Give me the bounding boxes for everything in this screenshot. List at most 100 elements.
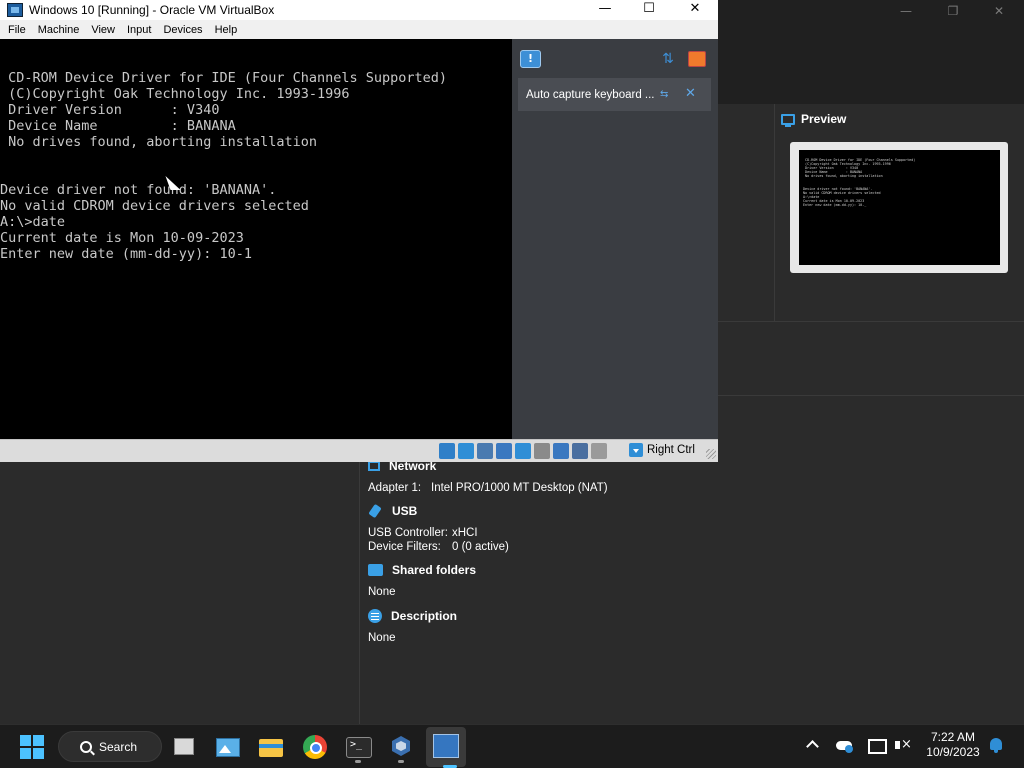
usb-section: USB USB Controller: xHCI Device Filters: 0… bbox=[368, 502, 509, 554]
usb-controller-row: USB Controller: xHCI bbox=[368, 526, 509, 540]
manager-titlebar: — ❐ ✕ bbox=[718, 0, 1024, 22]
manager-maximize-button[interactable]: ❐ bbox=[933, 1, 973, 21]
usb-controller-key: USB Controller: bbox=[368, 527, 448, 539]
menu-view[interactable]: View bbox=[86, 24, 120, 36]
description-value: None bbox=[368, 632, 396, 644]
network-icon[interactable] bbox=[496, 443, 512, 459]
description-title: Description bbox=[391, 609, 458, 623]
notification-center-icon[interactable]: ! bbox=[520, 50, 541, 68]
vm-minimize-button[interactable]: — bbox=[582, 0, 628, 20]
vm-window-title: Windows 10 [Running] - Oracle VM Virtual… bbox=[29, 3, 275, 17]
cpu-icon[interactable] bbox=[591, 443, 607, 459]
host-key-indicator[interactable]: Right Ctrl bbox=[629, 443, 695, 457]
search-icon bbox=[80, 740, 92, 753]
adapter-value: Intel PRO/1000 MT Desktop (NAT) bbox=[431, 482, 608, 494]
shared-folders-title: Shared folders bbox=[392, 563, 477, 577]
adapter-key: Adapter 1: bbox=[368, 482, 422, 494]
chevron-up-icon[interactable] bbox=[806, 738, 818, 750]
host-key-icon bbox=[629, 443, 643, 457]
photos-app-icon[interactable] bbox=[213, 733, 241, 761]
taskbar-search[interactable]: Search bbox=[58, 731, 162, 762]
shared-folders-icon[interactable] bbox=[534, 443, 550, 459]
network-section: Network Adapter 1: Intel PRO/1000 MT Desk… bbox=[368, 457, 608, 495]
start-button[interactable] bbox=[20, 735, 44, 759]
manager-close-button[interactable]: ✕ bbox=[979, 1, 1019, 21]
usb-header[interactable]: USB bbox=[368, 502, 509, 520]
vm-window-taskbar-icon[interactable] bbox=[426, 727, 466, 768]
usb-icon[interactable] bbox=[515, 443, 531, 459]
host-key-label: Right Ctrl bbox=[647, 444, 695, 456]
chrome-icon[interactable] bbox=[301, 733, 329, 761]
network-icon bbox=[368, 461, 380, 471]
taskbar-clock[interactable]: 7:22 AM 10/9/2023 bbox=[920, 730, 986, 760]
monitor-icon bbox=[781, 113, 795, 127]
manager-details-band bbox=[718, 322, 1024, 396]
manager-toolbar bbox=[718, 22, 1024, 104]
machine-list-panel bbox=[0, 462, 360, 724]
usb-filters-value: 0 (0 active) bbox=[452, 541, 509, 553]
sort-notifications-icon[interactable]: ⇅ bbox=[659, 51, 677, 67]
notification-close-icon[interactable]: ✕ bbox=[685, 86, 696, 101]
preview-screen: CD-ROM Device Driver for IDE (Four Chann… bbox=[799, 150, 1000, 265]
preview-header[interactable]: Preview bbox=[781, 110, 846, 128]
clear-notifications-icon[interactable] bbox=[688, 51, 706, 67]
onedrive-icon[interactable] bbox=[836, 737, 854, 753]
windows-logo-icon bbox=[20, 735, 31, 746]
taskbar: Search 7:22 AM 10/9/2023 bbox=[0, 724, 1024, 768]
description-header[interactable]: Description bbox=[368, 607, 457, 625]
notification-toggle-icon[interactable]: ⇆ bbox=[660, 89, 668, 100]
file-explorer-icon[interactable] bbox=[257, 733, 285, 761]
menu-help[interactable]: Help bbox=[210, 24, 243, 36]
manager-minimize-button[interactable]: — bbox=[886, 1, 926, 21]
windows-logo-pane bbox=[33, 735, 44, 746]
preview-console-text: CD-ROM Device Driver for IDE (Four Chann… bbox=[803, 158, 916, 208]
clock-date: 10/9/2023 bbox=[926, 745, 980, 759]
task-view-icon[interactable] bbox=[170, 733, 198, 761]
menu-file[interactable]: File bbox=[3, 24, 31, 36]
status-indicators bbox=[439, 443, 607, 459]
virtualbox-app-icon[interactable] bbox=[7, 3, 23, 17]
notification-item[interactable]: Auto capture keyboard ... ⇆ ✕ bbox=[518, 78, 711, 111]
audio-icon[interactable] bbox=[477, 443, 493, 459]
description-icon bbox=[368, 609, 382, 623]
vm-guest-screen[interactable]: CD-ROM Device Driver for IDE (Four Chann… bbox=[0, 39, 512, 439]
usb-title: USB bbox=[392, 504, 418, 518]
menu-devices[interactable]: Devices bbox=[158, 24, 207, 36]
usb-controller-value: xHCI bbox=[452, 527, 478, 539]
usb-filters-row: Device Filters: 0 (0 active) bbox=[368, 540, 509, 554]
windows-logo-pane bbox=[33, 748, 44, 759]
vm-close-button[interactable]: ✕ bbox=[672, 0, 718, 20]
menu-input[interactable]: Input bbox=[122, 24, 156, 36]
virtualbox-manager-icon[interactable] bbox=[387, 733, 415, 761]
vm-maximize-button[interactable]: ☐ bbox=[626, 0, 672, 20]
windows-logo-pane bbox=[20, 748, 31, 759]
folder-icon bbox=[368, 564, 383, 576]
notification-bell-icon[interactable] bbox=[989, 738, 1003, 754]
virtualbox-running-indicator bbox=[398, 760, 404, 763]
vm-titlebar[interactable]: Windows 10 [Running] - Oracle VM Virtual… bbox=[0, 0, 718, 20]
vm-menubar: File Machine View Input Devices Help bbox=[0, 20, 718, 39]
manager-splitter bbox=[774, 104, 775, 322]
terminal-icon[interactable] bbox=[344, 733, 372, 761]
terminal-running-indicator bbox=[355, 760, 361, 763]
optical-drive-icon[interactable] bbox=[458, 443, 474, 459]
usb-icon bbox=[368, 504, 383, 518]
hard-disk-icon[interactable] bbox=[439, 443, 455, 459]
menu-machine[interactable]: Machine bbox=[33, 24, 85, 36]
shared-folders-header[interactable]: Shared folders bbox=[368, 561, 476, 579]
preview-title: Preview bbox=[801, 112, 847, 126]
dos-console-text: CD-ROM Device Driver for IDE (Four Chann… bbox=[0, 70, 448, 262]
notification-center: ! ⇅ Auto capture keyboard ... ⇆ ✕ bbox=[512, 39, 718, 439]
display-icon[interactable] bbox=[553, 443, 569, 459]
volume-muted-icon[interactable] bbox=[893, 737, 912, 753]
shared-folders-value: None bbox=[368, 586, 396, 598]
vm-statusbar: Right Ctrl bbox=[0, 439, 718, 462]
resize-grip-icon[interactable] bbox=[706, 449, 716, 459]
recording-icon[interactable] bbox=[572, 443, 588, 459]
network-adapter-row: Adapter 1: Intel PRO/1000 MT Desktop (NAT… bbox=[368, 481, 608, 495]
display-icon[interactable] bbox=[867, 737, 887, 754]
usb-filters-key: Device Filters: bbox=[368, 541, 441, 553]
shared-folders-section: Shared folders None bbox=[368, 561, 476, 599]
notification-text: Auto capture keyboard ... bbox=[526, 88, 654, 101]
preview-thumbnail: CD-ROM Device Driver for IDE (Four Chann… bbox=[790, 142, 1008, 273]
